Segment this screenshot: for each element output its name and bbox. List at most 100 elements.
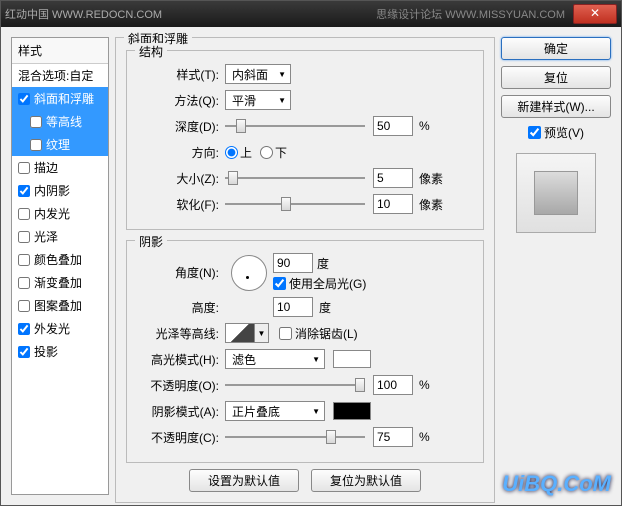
shading-group: 阴影 角度(N): 度 使用全局光(G) 高度: (126, 240, 484, 463)
style-checkbox[interactable] (18, 277, 30, 289)
titlebar: 红动中国 WWW.REDOCN.COM 思缘设计论坛 WWW.MISSYUAN.… (1, 1, 621, 27)
gloss-label: 光泽等高线: (137, 325, 225, 342)
new-style-button[interactable]: 新建样式(W)... (501, 95, 611, 118)
size-label: 大小(Z): (137, 170, 225, 187)
style-checkbox[interactable] (30, 116, 42, 128)
right-panel: 确定 复位 新建样式(W)... 预览(V) (501, 37, 611, 495)
style-item-5[interactable]: 内发光 (12, 202, 108, 225)
altitude-unit: 度 (319, 299, 331, 316)
shading-title: 阴影 (135, 233, 167, 250)
style-label: 渐变叠加 (34, 274, 82, 291)
style-checkbox[interactable] (18, 93, 30, 105)
style-item-4[interactable]: 内阴影 (12, 179, 108, 202)
depth-unit: % (419, 119, 430, 133)
styles-header: 样式 (12, 38, 108, 64)
style-label: 外发光 (34, 320, 70, 337)
depth-label: 深度(D): (137, 118, 225, 135)
direction-up[interactable]: 上 (225, 144, 252, 161)
shadow-opacity-input[interactable] (373, 427, 413, 447)
gloss-contour-swatch[interactable] (225, 323, 255, 343)
style-checkbox[interactable] (18, 254, 30, 266)
soften-label: 软化(F): (137, 196, 225, 213)
style-label: 投影 (34, 343, 58, 360)
direction-down[interactable]: 下 (260, 144, 287, 161)
style-checkbox[interactable] (18, 346, 30, 358)
global-light-checkbox[interactable]: 使用全局光(G) (273, 275, 366, 292)
style-label: 内发光 (34, 205, 70, 222)
make-default-button[interactable]: 设置为默认值 (189, 469, 299, 492)
titlebar-right: 思缘设计论坛 WWW.MISSYUAN.COM (376, 6, 565, 22)
angle-dial[interactable] (231, 255, 267, 291)
shadow-mode-label: 阴影模式(A): (137, 403, 225, 420)
angle-input[interactable] (273, 253, 313, 273)
shadow-opacity-slider[interactable] (225, 428, 365, 446)
highlight-opacity-unit: % (419, 378, 430, 392)
size-slider[interactable] (225, 169, 365, 187)
close-button[interactable]: ✕ (573, 4, 617, 24)
technique-label: 方法(Q): (137, 92, 225, 109)
watermark: UiBQ.CoM (502, 471, 611, 497)
preview-checkbox[interactable]: 预览(V) (501, 124, 611, 141)
style-item-3[interactable]: 描边 (12, 156, 108, 179)
antialias-checkbox[interactable]: 消除锯齿(L) (279, 325, 358, 342)
altitude-input[interactable] (273, 297, 313, 317)
highlight-color-swatch[interactable] (333, 350, 371, 368)
bevel-emboss-group: 斜面和浮雕 结构 样式(T): 内斜面 方法(Q): 平滑 深度(D): (115, 37, 495, 503)
style-label: 内阴影 (34, 182, 70, 199)
style-item-6[interactable]: 光泽 (12, 225, 108, 248)
shadow-mode-dropdown[interactable]: 正片叠底 (225, 401, 325, 421)
altitude-label: 高度: (137, 299, 225, 316)
highlight-mode-dropdown[interactable]: 滤色 (225, 349, 325, 369)
style-checkbox[interactable] (18, 323, 30, 335)
highlight-opacity-slider[interactable] (225, 376, 365, 394)
style-label: 斜面和浮雕 (34, 90, 94, 107)
style-item-11[interactable]: 投影 (12, 340, 108, 363)
style-label: 等高线 (46, 113, 82, 130)
structure-title: 结构 (135, 43, 167, 60)
center-panel: 斜面和浮雕 结构 样式(T): 内斜面 方法(Q): 平滑 深度(D): (115, 37, 495, 495)
style-item-0[interactable]: 斜面和浮雕 (12, 87, 108, 110)
style-label: 样式(T): (137, 66, 225, 83)
direction-label: 方向: (137, 144, 225, 161)
style-item-7[interactable]: 颜色叠加 (12, 248, 108, 271)
styles-list: 样式 混合选项:自定 斜面和浮雕等高线纹理描边内阴影内发光光泽颜色叠加渐变叠加图… (11, 37, 109, 495)
shadow-color-swatch[interactable] (333, 402, 371, 420)
blend-options[interactable]: 混合选项:自定 (12, 64, 108, 87)
style-checkbox[interactable] (18, 208, 30, 220)
style-label: 纹理 (46, 136, 70, 153)
depth-slider[interactable] (225, 117, 365, 135)
soften-unit: 像素 (419, 196, 443, 213)
style-checkbox[interactable] (18, 162, 30, 174)
style-checkbox[interactable] (18, 300, 30, 312)
style-label: 图案叠加 (34, 297, 82, 314)
angle-unit: 度 (317, 255, 329, 272)
style-item-8[interactable]: 渐变叠加 (12, 271, 108, 294)
style-item-10[interactable]: 外发光 (12, 317, 108, 340)
style-item-2[interactable]: 纹理 (12, 133, 108, 156)
dialog-body: 样式 混合选项:自定 斜面和浮雕等高线纹理描边内阴影内发光光泽颜色叠加渐变叠加图… (1, 27, 621, 505)
style-checkbox[interactable] (30, 139, 42, 151)
style-dropdown[interactable]: 内斜面 (225, 64, 291, 84)
shadow-opacity-label: 不透明度(C): (137, 429, 225, 446)
style-item-9[interactable]: 图案叠加 (12, 294, 108, 317)
cancel-button[interactable]: 复位 (501, 66, 611, 89)
style-checkbox[interactable] (18, 185, 30, 197)
style-item-1[interactable]: 等高线 (12, 110, 108, 133)
size-unit: 像素 (419, 170, 443, 187)
ok-button[interactable]: 确定 (501, 37, 611, 60)
gloss-contour-dropdown[interactable]: ▼ (255, 323, 269, 343)
highlight-mode-label: 高光模式(H): (137, 351, 225, 368)
soften-input[interactable] (373, 194, 413, 214)
titlebar-text: 红动中国 WWW.REDOCN.COM (5, 6, 376, 22)
size-input[interactable] (373, 168, 413, 188)
soften-slider[interactable] (225, 195, 365, 213)
preview-thumbnail (516, 153, 596, 233)
style-checkbox[interactable] (18, 231, 30, 243)
structure-group: 结构 样式(T): 内斜面 方法(Q): 平滑 深度(D): % (126, 50, 484, 230)
reset-default-button[interactable]: 复位为默认值 (311, 469, 421, 492)
style-label: 颜色叠加 (34, 251, 82, 268)
style-label: 光泽 (34, 228, 58, 245)
depth-input[interactable] (373, 116, 413, 136)
technique-dropdown[interactable]: 平滑 (225, 90, 291, 110)
highlight-opacity-input[interactable] (373, 375, 413, 395)
